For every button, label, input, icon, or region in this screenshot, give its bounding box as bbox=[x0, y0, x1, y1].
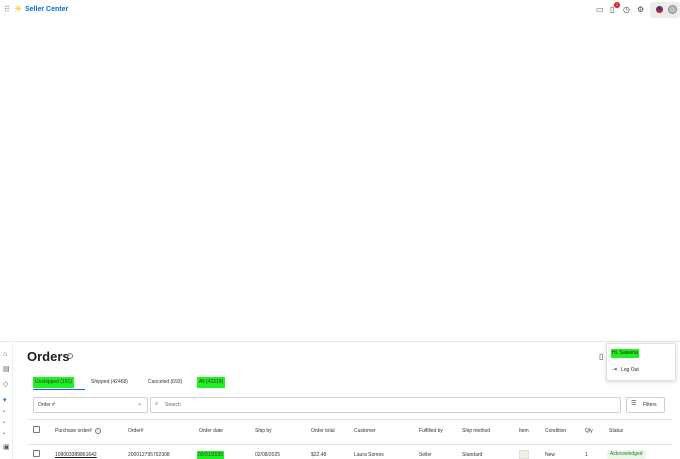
store-icon[interactable]: ▣ bbox=[3, 444, 10, 452]
help-icon[interactable]: ◷ bbox=[623, 5, 630, 15]
logout-link[interactable]: Log Out bbox=[621, 367, 639, 374]
catalog-icon[interactable]: ▤ bbox=[3, 366, 10, 374]
avatar[interactable] bbox=[668, 5, 677, 14]
order-number: 200012795792308 bbox=[128, 452, 170, 458]
order-date: 02/01/2025 bbox=[197, 451, 225, 459]
select-all-checkbox[interactable] bbox=[33, 426, 40, 433]
ship-by-date: 02/08/2025 bbox=[255, 452, 281, 458]
order-total: $22.48 bbox=[311, 452, 327, 458]
brand-logo[interactable]: Seller Center bbox=[25, 5, 68, 15]
search-icon: ⌕ bbox=[155, 401, 159, 407]
bullet-icon[interactable]: • bbox=[3, 430, 5, 438]
column-header[interactable]: Order total bbox=[311, 427, 335, 435]
logout-icon[interactable]: ⇥ bbox=[612, 367, 617, 374]
row-checkbox[interactable] bbox=[33, 450, 40, 457]
search-placeholder: Search bbox=[165, 402, 181, 408]
chevron-down-icon: ⌄ bbox=[137, 401, 143, 407]
purchase-order-link[interactable]: 109003389861642 bbox=[55, 451, 97, 459]
row-divider bbox=[27, 444, 672, 445]
column-header[interactable]: Fulfilled by bbox=[419, 427, 443, 435]
column-header[interactable]: Status bbox=[609, 427, 623, 435]
tab-unshipped[interactable]: Unshipped (191) bbox=[33, 377, 74, 388]
tab-canceled[interactable]: Canceled (693) bbox=[146, 377, 184, 388]
cart-icon[interactable]: ▾ bbox=[3, 397, 7, 405]
tab-shipped[interactable]: Shipped (42468) bbox=[89, 377, 130, 388]
column-header[interactable]: Order date bbox=[199, 427, 223, 435]
user-greeting: Hi, Saleena bbox=[611, 349, 639, 358]
bullet-icon[interactable]: • bbox=[3, 419, 5, 427]
status-badge: Acknowledged bbox=[607, 450, 646, 459]
page-title: Orders bbox=[27, 349, 70, 364]
spark-icon: ✳ bbox=[14, 4, 23, 15]
column-header: Qty bbox=[585, 428, 593, 434]
customer-name: Laura Somes bbox=[354, 452, 384, 458]
document-icon[interactable]: ▯ bbox=[599, 352, 603, 361]
filters-icon: ☰ bbox=[631, 401, 637, 407]
notification-badge: 1 bbox=[614, 2, 620, 8]
column-header[interactable]: Condition bbox=[545, 427, 566, 435]
top-bar bbox=[0, 322, 680, 342]
gear-icon[interactable]: ⚙ bbox=[637, 5, 644, 15]
column-header[interactable]: Customer bbox=[354, 427, 376, 435]
column-header[interactable]: Order# bbox=[128, 427, 144, 435]
filters-label: Filters bbox=[643, 402, 657, 408]
column-header: Item bbox=[519, 428, 529, 434]
column-header[interactable]: Purchase order# bbox=[55, 427, 92, 435]
active-tab-indicator bbox=[33, 389, 85, 390]
orders-table bbox=[27, 419, 672, 459]
fulfilled-by: Seller bbox=[419, 452, 432, 458]
tag-icon[interactable]: ◇ bbox=[3, 381, 8, 389]
item-thumbnail[interactable] bbox=[519, 450, 529, 459]
flag-icon[interactable] bbox=[656, 6, 663, 13]
quantity: 1 bbox=[585, 452, 588, 458]
home-icon[interactable]: ⌂ bbox=[3, 351, 7, 359]
grid-icon[interactable]: ⠿ bbox=[4, 5, 12, 14]
tab-all[interactable]: All (43319) bbox=[197, 377, 226, 388]
search-input[interactable] bbox=[150, 397, 621, 413]
condition: New bbox=[545, 452, 556, 458]
message-icon[interactable]: ▭ bbox=[596, 5, 604, 15]
ship-method: Standard bbox=[462, 452, 483, 458]
order-type-value: Order # bbox=[38, 402, 55, 408]
blank-area bbox=[0, 0, 680, 322]
info-icon[interactable]: i bbox=[95, 428, 101, 434]
column-header[interactable]: Ship by bbox=[255, 427, 272, 435]
column-header[interactable]: Ship method bbox=[462, 427, 490, 435]
bullet-icon[interactable]: • bbox=[3, 408, 5, 416]
info-icon[interactable]: i bbox=[67, 353, 73, 359]
